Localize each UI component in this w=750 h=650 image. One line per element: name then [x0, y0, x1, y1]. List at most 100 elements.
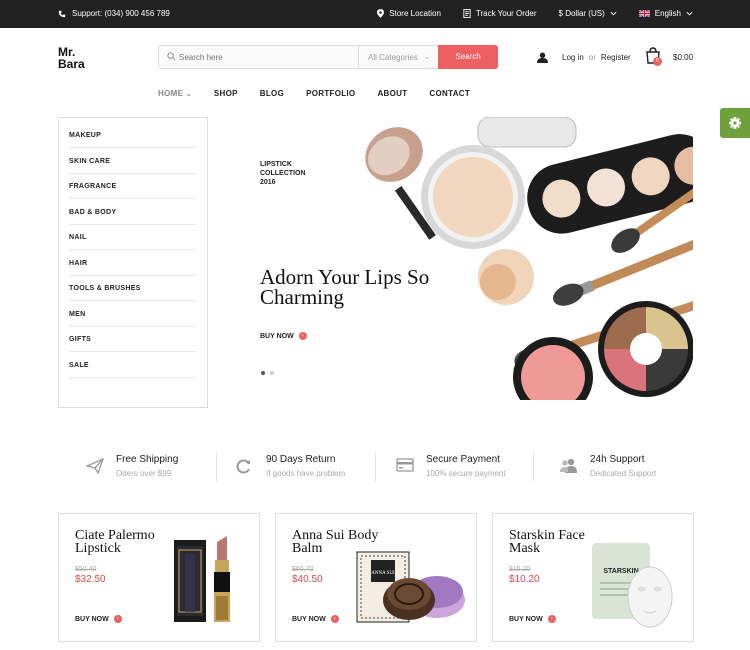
feature-title: 24h Support: [590, 454, 645, 465]
user-icon: [537, 52, 548, 63]
product-title-line2: Lipstick: [75, 541, 121, 556]
hero-title-line2: Charming: [260, 285, 344, 309]
divider: [216, 452, 217, 482]
search-bar: All Categories ⌄ Search: [158, 45, 498, 69]
search-input[interactable]: [179, 50, 349, 64]
register-link[interactable]: Register: [601, 53, 631, 62]
feature-subtitle: Oders over $99: [116, 469, 172, 478]
product-title[interactable]: Ciate Palermo Lipstick: [75, 529, 175, 556]
sidebar-item-tools-brushes[interactable]: TOOLS & BRUSHES: [69, 276, 196, 301]
product-old-price: $50.40: [75, 566, 97, 573]
refresh-icon: [236, 459, 250, 474]
sidebar-item-fragrance[interactable]: FRAGRANCE: [69, 174, 196, 199]
sidebar-item-bad-body[interactable]: BAD & BODY: [69, 200, 196, 225]
hero-title-line1: Adorn Your Lips So: [260, 265, 430, 289]
login-link[interactable]: Log in: [562, 53, 584, 62]
arrow-right-icon: ›: [330, 615, 339, 623]
account-links: Log in or Register: [537, 52, 631, 63]
main-nav: HOME ⌄ SHOP BLOG PORTFOLIO ABOUT CONTACT: [158, 89, 492, 98]
slider-dot-2[interactable]: [270, 371, 274, 375]
track-order-link[interactable]: Track Your Order: [463, 9, 537, 18]
chevron-down-icon: ⌄: [424, 54, 430, 61]
chevron-down-icon: ⌄: [185, 91, 192, 98]
feature-subtitle: Dedicated Support: [590, 469, 657, 478]
settings-toggle[interactable]: [720, 108, 750, 138]
nav-blog[interactable]: BLOG: [260, 89, 284, 98]
sidebar-item-skin-care[interactable]: SKIN CARE: [69, 149, 196, 174]
currency-label: $ Dollar (US): [558, 9, 605, 18]
body-balm-product-image: ANNA SUI: [356, 551, 465, 623]
divider: [533, 452, 534, 482]
currency-dropdown[interactable]: $ Dollar (US): [559, 9, 617, 18]
cart-count-badge: 0: [653, 57, 662, 66]
product-buy-now-button[interactable]: BUY NOW ›: [292, 615, 339, 623]
feature-title: 90 Days Return: [266, 454, 336, 465]
product-buy-now-button[interactable]: BUY NOW ›: [509, 615, 556, 623]
feature-subtitle: If goods have problem: [266, 469, 346, 478]
hero-tag-line3: 2016: [260, 179, 276, 186]
nav-shop[interactable]: SHOP: [214, 89, 238, 98]
product-price: $10.20: [509, 574, 540, 585]
nav-home[interactable]: HOME ⌄: [158, 89, 192, 98]
search-icon: [167, 52, 176, 61]
sidebar-item-makeup[interactable]: MAKEUP: [69, 123, 196, 148]
or-separator: or: [588, 53, 596, 62]
product-buy-now-button[interactable]: BUY NOW ›: [75, 615, 122, 623]
support-phone[interactable]: Support: (034) 900 456 789: [58, 9, 170, 18]
nav-about[interactable]: ABOUT: [377, 89, 407, 98]
arrow-right-icon: ›: [547, 615, 556, 623]
site-logo[interactable]: Mr. Bara: [58, 46, 85, 70]
sidebar-item-sale[interactable]: SALE: [69, 353, 196, 378]
hero-tag-line2: COLLECTION: [260, 170, 306, 177]
sidebar-item-gifts[interactable]: GIFTS: [69, 327, 196, 352]
chevron-down-icon: [686, 11, 693, 16]
divider: [375, 452, 376, 482]
hero-buy-now-label: BUY NOW: [260, 332, 294, 340]
category-sidebar: MAKEUP SKIN CARE FRAGRANCE BAD & BODY NA…: [58, 117, 208, 408]
document-icon: [463, 9, 471, 18]
product-buy-now-label: BUY NOW: [292, 615, 326, 623]
nav-contact[interactable]: CONTACT: [429, 89, 470, 98]
cart-button[interactable]: 0: [645, 47, 665, 67]
category-select-label: All Categories: [368, 53, 418, 62]
nav-portfolio[interactable]: PORTFOLIO: [306, 89, 355, 98]
chevron-down-icon: [610, 11, 617, 16]
sidebar-item-hair[interactable]: HAIR: [69, 251, 196, 276]
language-dropdown[interactable]: English: [638, 9, 693, 18]
product-buy-now-label: BUY NOW: [75, 615, 109, 623]
sidebar-item-nail[interactable]: NAIL: [69, 225, 196, 250]
product-old-price: $15.20: [509, 566, 531, 573]
arrow-right-icon: ›: [113, 615, 122, 623]
search-button[interactable]: Search: [438, 45, 498, 69]
sidebar-item-men[interactable]: MEN: [69, 302, 196, 327]
arrow-right-icon: ›: [298, 332, 307, 340]
hero-title: Adorn Your Lips So Charming: [260, 265, 460, 309]
phone-icon: [58, 10, 66, 17]
product-price: $40.50: [292, 574, 323, 585]
gear-icon: [729, 117, 741, 129]
hero-tagline: LIPSTICK COLLECTION 2016: [260, 160, 306, 187]
starskin-pack-label: STARSKIN: [603, 568, 638, 575]
features-row: Free Shipping Oders over $99 90 Days Ret…: [58, 450, 693, 484]
language-label: English: [654, 9, 681, 18]
feature-title: Secure Payment: [426, 454, 500, 465]
product-buy-now-label: BUY NOW: [509, 615, 543, 623]
top-bar: Support: (034) 900 456 789 Store Locatio…: [0, 0, 750, 28]
lipstick-product-image: [174, 536, 230, 622]
feature-title: Free Shipping: [116, 454, 179, 465]
category-select[interactable]: All Categories ⌄: [358, 46, 438, 68]
slider-dot-1[interactable]: [261, 371, 265, 375]
feature-subtitle: 100% secure payment: [426, 469, 506, 478]
credit-card-icon: [396, 458, 414, 472]
product-price: $32.50: [75, 574, 106, 585]
product-old-price: $60.70: [292, 566, 314, 573]
product-card[interactable]: Starskin Face Mask $15.20 $10.20 BUY NOW…: [492, 513, 694, 642]
support-text: Support: (034) 900 456 789: [72, 9, 170, 18]
uk-flag-icon: [638, 10, 650, 17]
cart-total: $0.00: [673, 53, 694, 62]
store-location-link[interactable]: Store Location: [377, 9, 441, 18]
product-card[interactable]: Anna Sui Body Balm $60.70 $40.50 BUY NOW…: [275, 513, 477, 642]
hero-buy-now-button[interactable]: BUY NOW ›: [260, 332, 307, 340]
nav-home-label: HOME: [158, 89, 184, 98]
product-card[interactable]: Ciate Palermo Lipstick $50.40 $32.50 BUY…: [58, 513, 260, 642]
